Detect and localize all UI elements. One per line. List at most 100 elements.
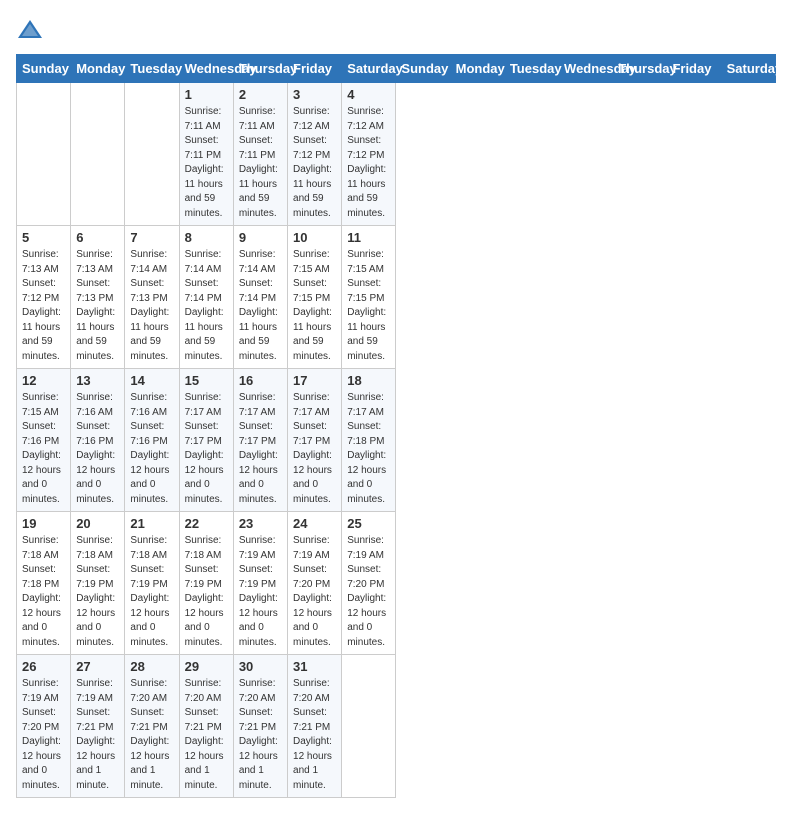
day-number: 19: [22, 516, 65, 531]
calendar-cell: [125, 83, 179, 226]
day-info: Sunrise: 7:18 AM Sunset: 7:18 PM Dayligh…: [22, 534, 65, 650]
day-number: 5: [22, 230, 65, 245]
day-number: 18: [347, 373, 390, 388]
day-info: Sunrise: 7:18 AM Sunset: 7:19 PM Dayligh…: [76, 534, 119, 650]
day-info: Sunrise: 7:19 AM Sunset: 7:19 PM Dayligh…: [239, 534, 282, 650]
header-wednesday: Wednesday: [179, 55, 233, 83]
calendar-cell: 24 Sunrise: 7:19 AM Sunset: 7:20 PM Dayli…: [288, 512, 342, 655]
day-number: 13: [76, 373, 119, 388]
day-info: Sunrise: 7:16 AM Sunset: 7:16 PM Dayligh…: [76, 391, 119, 507]
day-info: Sunrise: 7:15 AM Sunset: 7:16 PM Dayligh…: [22, 391, 65, 507]
day-info: Sunrise: 7:13 AM Sunset: 7:13 PM Dayligh…: [76, 248, 119, 364]
calendar-cell: 28 Sunrise: 7:20 AM Sunset: 7:21 PM Dayli…: [125, 655, 179, 798]
day-number: 20: [76, 516, 119, 531]
calendar-cell: 17 Sunrise: 7:17 AM Sunset: 7:17 PM Dayli…: [288, 369, 342, 512]
day-number: 14: [130, 373, 173, 388]
calendar-cell: 23 Sunrise: 7:19 AM Sunset: 7:19 PM Dayli…: [233, 512, 287, 655]
logo-icon: [16, 16, 44, 44]
calendar-cell: 4Sunrise: 7:12 AM Sunset: 7:12 PM Daylig…: [342, 83, 396, 226]
day-number: 11: [347, 230, 390, 245]
calendar-cell: 25Sunrise: 7:19 AM Sunset: 7:20 PM Dayli…: [342, 512, 396, 655]
day-info: Sunrise: 7:17 AM Sunset: 7:18 PM Dayligh…: [347, 391, 390, 507]
day-info: Sunrise: 7:11 AM Sunset: 7:11 PM Dayligh…: [239, 105, 282, 221]
day-number: 10: [293, 230, 336, 245]
header-saturday: Saturday: [721, 55, 775, 83]
calendar-cell: 7 Sunrise: 7:14 AM Sunset: 7:13 PM Daylig…: [125, 226, 179, 369]
header-friday: Friday: [288, 55, 342, 83]
day-number: 8: [185, 230, 228, 245]
day-number: 29: [185, 659, 228, 674]
day-number: 30: [239, 659, 282, 674]
day-number: 23: [239, 516, 282, 531]
logo: [16, 16, 48, 44]
day-number: 6: [76, 230, 119, 245]
header-wednesday: Wednesday: [559, 55, 613, 83]
day-info: Sunrise: 7:14 AM Sunset: 7:14 PM Dayligh…: [239, 248, 282, 364]
calendar-cell: [17, 83, 71, 226]
calendar-cell: 29 Sunrise: 7:20 AM Sunset: 7:21 PM Dayli…: [179, 655, 233, 798]
header-thursday: Thursday: [233, 55, 287, 83]
day-info: Sunrise: 7:18 AM Sunset: 7:19 PM Dayligh…: [185, 534, 228, 650]
day-info: Sunrise: 7:14 AM Sunset: 7:14 PM Dayligh…: [185, 248, 228, 364]
header-monday: Monday: [71, 55, 125, 83]
calendar-week-row: 1 Sunrise: 7:11 AM Sunset: 7:11 PM Daylig…: [17, 83, 776, 226]
day-info: Sunrise: 7:20 AM Sunset: 7:21 PM Dayligh…: [293, 677, 336, 793]
day-number: 3: [293, 87, 336, 102]
day-info: Sunrise: 7:19 AM Sunset: 7:21 PM Dayligh…: [76, 677, 119, 793]
calendar-cell: 3 Sunrise: 7:12 AM Sunset: 7:12 PM Daylig…: [288, 83, 342, 226]
calendar-cell: 21Sunrise: 7:18 AM Sunset: 7:19 PM Dayli…: [125, 512, 179, 655]
day-info: Sunrise: 7:15 AM Sunset: 7:15 PM Dayligh…: [293, 248, 336, 364]
calendar-cell: 1Sunrise: 7:11 AM Sunset: 7:11 PM Daylig…: [179, 83, 233, 226]
calendar-cell: 18 Sunrise: 7:17 AM Sunset: 7:18 PM Dayli…: [342, 369, 396, 512]
day-number: 22: [185, 516, 228, 531]
day-number: 24: [293, 516, 336, 531]
calendar-cell: 22 Sunrise: 7:18 AM Sunset: 7:19 PM Dayli…: [179, 512, 233, 655]
day-number: 15: [185, 373, 228, 388]
day-number: 12: [22, 373, 65, 388]
calendar-week-row: 19 Sunrise: 7:18 AM Sunset: 7:18 PM Dayli…: [17, 512, 776, 655]
day-info: Sunrise: 7:14 AM Sunset: 7:13 PM Dayligh…: [130, 248, 173, 364]
calendar-table: SundayMondayTuesdayWednesdayThursdayFrid…: [16, 54, 776, 798]
header-saturday: Saturday: [342, 55, 396, 83]
calendar-cell: [342, 655, 396, 798]
calendar-cell: 8 Sunrise: 7:14 AM Sunset: 7:14 PM Daylig…: [179, 226, 233, 369]
header-friday: Friday: [667, 55, 721, 83]
day-info: Sunrise: 7:15 AM Sunset: 7:15 PM Dayligh…: [347, 248, 390, 364]
calendar-cell: 26Sunrise: 7:19 AM Sunset: 7:20 PM Dayli…: [17, 655, 71, 798]
day-number: 1: [185, 87, 228, 102]
day-number: 25: [347, 516, 390, 531]
calendar-cell: 19 Sunrise: 7:18 AM Sunset: 7:18 PM Dayli…: [17, 512, 71, 655]
calendar-cell: 27Sunrise: 7:19 AM Sunset: 7:21 PM Dayli…: [71, 655, 125, 798]
calendar-cell: 5Sunrise: 7:13 AM Sunset: 7:12 PM Daylig…: [17, 226, 71, 369]
day-info: Sunrise: 7:17 AM Sunset: 7:17 PM Dayligh…: [293, 391, 336, 507]
day-number: 2: [239, 87, 282, 102]
day-info: Sunrise: 7:12 AM Sunset: 7:12 PM Dayligh…: [293, 105, 336, 221]
header-sunday: Sunday: [17, 55, 71, 83]
day-number: 4: [347, 87, 390, 102]
day-info: Sunrise: 7:19 AM Sunset: 7:20 PM Dayligh…: [293, 534, 336, 650]
day-info: Sunrise: 7:17 AM Sunset: 7:17 PM Dayligh…: [185, 391, 228, 507]
day-info: Sunrise: 7:18 AM Sunset: 7:19 PM Dayligh…: [130, 534, 173, 650]
calendar-cell: [71, 83, 125, 226]
day-number: 28: [130, 659, 173, 674]
calendar-cell: 20 Sunrise: 7:18 AM Sunset: 7:19 PM Dayli…: [71, 512, 125, 655]
header-tuesday: Tuesday: [125, 55, 179, 83]
day-number: 7: [130, 230, 173, 245]
day-number: 26: [22, 659, 65, 674]
header-thursday: Thursday: [613, 55, 667, 83]
day-number: 31: [293, 659, 336, 674]
header-sunday: Sunday: [396, 55, 450, 83]
day-info: Sunrise: 7:20 AM Sunset: 7:21 PM Dayligh…: [239, 677, 282, 793]
day-info: Sunrise: 7:20 AM Sunset: 7:21 PM Dayligh…: [185, 677, 228, 793]
day-number: 16: [239, 373, 282, 388]
calendar-week-row: 12 Sunrise: 7:15 AM Sunset: 7:16 PM Dayli…: [17, 369, 776, 512]
calendar-header-row: SundayMondayTuesdayWednesdayThursdayFrid…: [17, 55, 776, 83]
calendar-cell: 30 Sunrise: 7:20 AM Sunset: 7:21 PM Dayli…: [233, 655, 287, 798]
day-number: 17: [293, 373, 336, 388]
page-header: [16, 16, 776, 44]
calendar-cell: 15 Sunrise: 7:17 AM Sunset: 7:17 PM Dayli…: [179, 369, 233, 512]
header-tuesday: Tuesday: [504, 55, 558, 83]
calendar-cell: 16Sunrise: 7:17 AM Sunset: 7:17 PM Dayli…: [233, 369, 287, 512]
day-info: Sunrise: 7:20 AM Sunset: 7:21 PM Dayligh…: [130, 677, 173, 793]
calendar-cell: 2 Sunrise: 7:11 AM Sunset: 7:11 PM Daylig…: [233, 83, 287, 226]
